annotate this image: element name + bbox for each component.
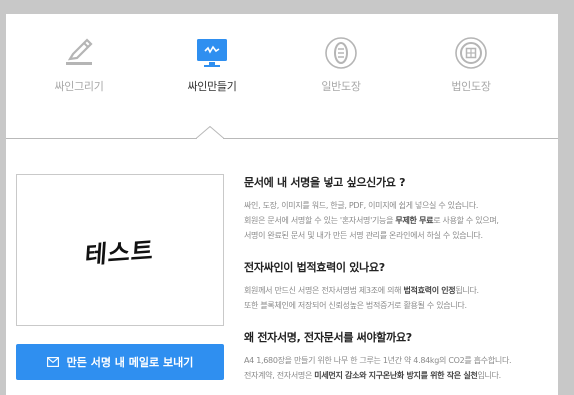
tab-draw-signature-label: 싸인그리기 xyxy=(54,80,104,93)
info-text: 서명이 완료된 문서 및 내가 만든 서명 관리를 온라인에서 하실 수 있습니… xyxy=(244,231,483,240)
tab-corporate-stamp[interactable]: 법인도장 xyxy=(406,36,536,116)
info-title-usage: 문서에 내 서명을 넣고 싶으신가요 ? xyxy=(244,176,406,189)
info-text: 회원은 문서에 서명할 수 있는 '혼자서명'기능을 무제한 무료로 사용할 수… xyxy=(244,216,499,225)
info-text: 전자계약, 전자서명은 미세먼지 감소와 지구온난화 방지를 위한 작은 실천입… xyxy=(244,371,501,380)
stamp-oval-icon xyxy=(325,37,357,69)
tab-make-signature-label: 싸인만들기 xyxy=(187,80,237,93)
monitor-signature-icon xyxy=(197,39,227,67)
info-title-legal: 전자싸인이 법적효력이 있나요? xyxy=(244,261,385,274)
send-signature-email-button[interactable]: 만든 서명 내 메일로 보내기 xyxy=(16,344,224,380)
info-text: 싸인, 도장, 이미지를 워드, 한글, PDF, 이미지에 쉽게 넣으실 수 … xyxy=(244,201,479,210)
tab-general-stamp-label: 일반도장 xyxy=(321,80,361,93)
signature-panel: 싸인그리기 싸인만들기 일반도장 법인도장 테스트 만든 서명 내 메일로 보내… xyxy=(6,14,558,395)
signature-text: 테스트 xyxy=(84,234,156,270)
tab-bar: 싸인그리기 싸인만들기 일반도장 법인도장 xyxy=(6,14,558,140)
pen-draw-icon xyxy=(66,38,93,65)
tab-make-signature[interactable]: 싸인만들기 xyxy=(147,36,277,116)
info-title-why: 왜 전자서명, 전자문서를 써야할까요? xyxy=(244,331,412,344)
stamp-round-icon xyxy=(455,37,487,69)
info-block-why: 왜 전자서명, 전자문서를 써야할까요? A4 1,680장을 만들기 위한 나… xyxy=(244,329,554,383)
signature-preview: 테스트 xyxy=(16,174,224,326)
tab-corporate-stamp-label: 법인도장 xyxy=(451,80,491,93)
send-signature-email-label: 만든 서명 내 메일로 보내기 xyxy=(66,356,194,369)
tab-general-stamp[interactable]: 일반도장 xyxy=(276,36,406,116)
info-section: 문서에 내 서명을 넣고 싶으신가요 ? 싸인, 도장, 이미지를 워드, 한글… xyxy=(244,174,554,395)
tab-draw-signature[interactable]: 싸인그리기 xyxy=(14,36,144,116)
active-tab-pointer xyxy=(196,126,224,140)
mail-icon xyxy=(46,357,59,367)
info-text: 회원께서 만드신 서명은 전자서명법 제3조에 의해 법적효력이 인정됩니다. xyxy=(244,286,479,295)
info-block-usage: 문서에 내 서명을 넣고 싶으신가요 ? 싸인, 도장, 이미지를 워드, 한글… xyxy=(244,174,554,243)
info-block-legal: 전자싸인이 법적효력이 있나요? 회원께서 만드신 서명은 전자서명법 제3조에… xyxy=(244,259,554,313)
info-text: A4 1,680장을 만들기 위한 나무 한 그루는 1년간 약 4.84kg의… xyxy=(244,356,512,365)
tab-divider xyxy=(6,138,558,139)
info-text: 또한 블록체인에 저장되어 신뢰성높은 법적증거로 활용될 수 있습니다. xyxy=(244,301,467,310)
